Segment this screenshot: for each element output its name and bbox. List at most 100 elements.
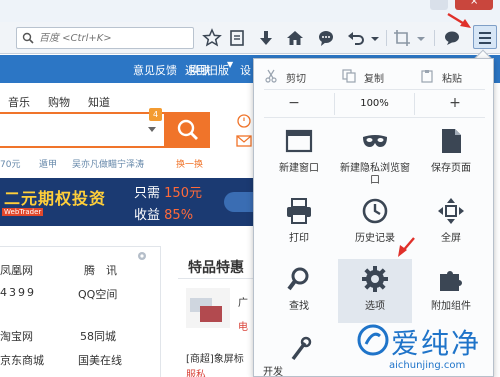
options-gear-icon: [362, 266, 388, 292]
cut-label: 剪切: [286, 74, 306, 85]
divider: [160, 246, 161, 377]
nav-settings-link[interactable]: 设: [240, 62, 251, 78]
open-menu-button[interactable]: [473, 25, 497, 49]
hot-search-item[interactable]: 吴亦凡做瞄宁泽涛: [72, 157, 144, 170]
site-link-ifeng[interactable]: 凤凰网: [0, 262, 33, 278]
chevron-down-icon[interactable]: ▼: [227, 60, 233, 69]
fullscreen-icon: [438, 198, 464, 224]
new-private-window-button[interactable]: 新建隐私浏览窗口: [338, 121, 412, 186]
chevron-down-icon[interactable]: [416, 28, 426, 48]
new-window-button[interactable]: 新建窗口: [262, 121, 336, 185]
hot-search-item[interactable]: 70元: [0, 157, 20, 170]
divider: [178, 278, 258, 279]
site-link-qzone[interactable]: QQ空间: [78, 286, 117, 302]
chevron-down-icon[interactable]: [370, 28, 380, 48]
deal-item[interactable]: [商超]象屏标: [186, 350, 244, 365]
new-window-icon: [285, 129, 313, 153]
deal-snippet[interactable]: 电: [238, 318, 248, 333]
search-input[interactable]: [39, 30, 189, 46]
clock-icon[interactable]: [236, 114, 252, 128]
banner-logo: WebTrader: [2, 208, 44, 216]
category-tab-shopping[interactable]: 购物: [48, 94, 70, 110]
bookmark-star-icon[interactable]: [202, 28, 222, 48]
undo-arrow-icon[interactable]: [346, 28, 366, 48]
history-clock-icon: [362, 198, 388, 224]
toolbar-separator: [434, 30, 435, 46]
tile-label: 全屏: [441, 233, 461, 244]
options-button[interactable]: 选项: [338, 259, 412, 323]
page-search-button[interactable]: [166, 112, 210, 148]
banner-headline: 二元期权投资: [4, 189, 107, 208]
deal-snippet[interactable]: 广: [238, 294, 248, 309]
speech-bubble-icon[interactable]: [442, 28, 462, 48]
crop-icon[interactable]: [392, 28, 412, 48]
print-button[interactable]: 打印: [262, 191, 336, 255]
deal-item[interactable]: 服私: [186, 366, 206, 377]
toolbar-separator: [386, 30, 387, 46]
private-mask-icon: [363, 135, 387, 147]
banner-line2: 收益 85%: [134, 204, 193, 223]
nav-skin-text[interactable]: 换肤: [189, 62, 211, 78]
tile-label: 附加组件: [431, 301, 471, 312]
refresh-hot-link[interactable]: 换一换: [176, 157, 203, 170]
zoom-in-button[interactable]: +: [415, 93, 495, 115]
edit-controls: 剪切 复制 粘贴: [254, 65, 495, 87]
divider: [264, 117, 485, 118]
mail-icon[interactable]: [236, 134, 252, 148]
page-search-input[interactable]: [0, 112, 166, 148]
cut-icon: [265, 69, 277, 83]
developer-wrench-icon: [291, 336, 312, 361]
cut-button[interactable]: 剪切: [264, 65, 334, 87]
close-window-button[interactable]: [455, 0, 493, 10]
minimize-button[interactable]: [430, 0, 448, 10]
deal-product-image[interactable]: [186, 288, 230, 328]
ad-banner[interactable]: 二元期权投资 只需 150元 收益 85% WebTrader: [0, 178, 262, 226]
home-icon[interactable]: [285, 28, 305, 48]
fullscreen-button[interactable]: 全屏: [414, 191, 488, 255]
copy-button[interactable]: 复制: [342, 65, 412, 87]
site-link-tencent[interactable]: 腾 讯: [84, 262, 117, 278]
addons-puzzle-icon: [440, 271, 462, 291]
chevron-down-icon[interactable]: [148, 127, 156, 132]
nav-feedback-link[interactable]: 意见反馈: [133, 62, 177, 78]
copy-icon: [342, 69, 356, 83]
watermark-logo-icon: [357, 324, 389, 356]
copy-label: 复制: [364, 74, 384, 85]
tile-label: 新建隐私浏览窗口: [340, 163, 410, 186]
zoom-out-button[interactable]: −: [254, 93, 334, 115]
tile-label: 开发: [263, 367, 283, 377]
paste-button[interactable]: 粘贴: [420, 65, 490, 87]
banner-line1-value: 150元: [164, 186, 202, 201]
history-button[interactable]: 历史记录: [338, 191, 412, 255]
site-link-jd[interactable]: 京东商城: [0, 352, 44, 368]
printer-icon: [287, 198, 311, 224]
find-magnifier-icon: [287, 267, 309, 291]
category-tab-zhidao[interactable]: 知道: [88, 94, 110, 110]
category-tab-music[interactable]: 音乐: [8, 94, 30, 110]
gear-icon[interactable]: [136, 250, 148, 262]
browser-toolbar: [0, 22, 500, 54]
hot-search-item[interactable]: 遁甲: [39, 157, 57, 170]
tile-label: 新建窗口: [279, 163, 319, 174]
site-link-gome[interactable]: 国美在线: [78, 352, 122, 368]
banner-line1: 只需 150元: [134, 182, 202, 201]
site-link-taobao[interactable]: 淘宝网: [0, 328, 33, 344]
zoom-reset-button[interactable]: 100%: [334, 93, 415, 115]
chat-icon[interactable]: [316, 28, 336, 48]
banner-line1-prefix: 只需: [134, 186, 161, 201]
bookmarks-list-icon[interactable]: [227, 28, 247, 48]
addons-button[interactable]: 附加组件: [414, 259, 488, 323]
browser-search-box[interactable]: [16, 27, 194, 49]
zoom-controls: − 100% +: [254, 93, 495, 115]
save-page-button[interactable]: 保存页面: [414, 121, 488, 185]
watermark-url: aichunjing.com: [389, 360, 466, 371]
hamburger-bar: [479, 32, 491, 34]
hamburger-bar: [479, 37, 491, 39]
site-link-58[interactable]: 58同城: [80, 328, 116, 344]
tile-label: 选项: [365, 301, 385, 312]
site-link-4399[interactable]: 4399: [0, 286, 36, 299]
download-icon[interactable]: [256, 28, 276, 48]
search-icon: [177, 119, 198, 140]
find-button[interactable]: 查找: [262, 259, 336, 323]
developer-button[interactable]: 开发: [262, 327, 336, 377]
